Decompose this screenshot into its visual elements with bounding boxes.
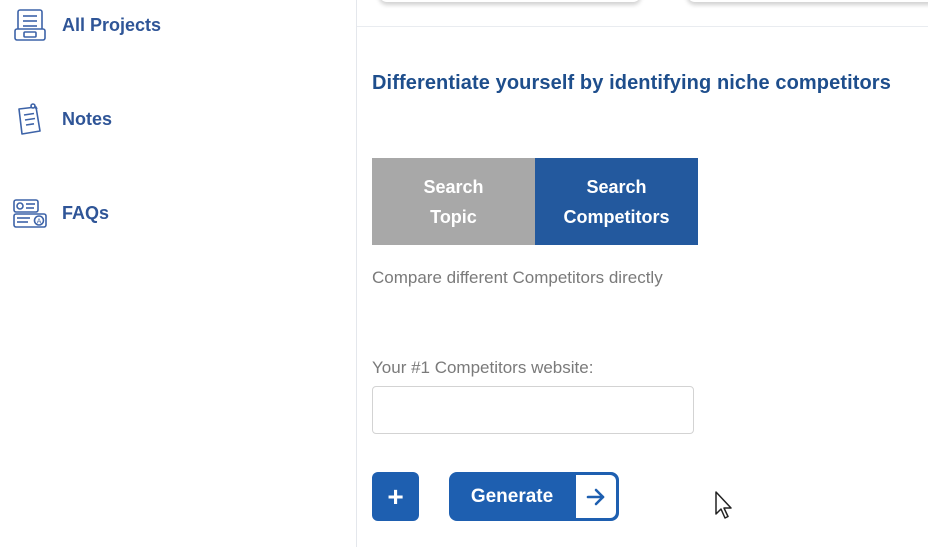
main-panel: Differentiate yourself by identifying ni… <box>357 0 928 547</box>
competitor-website-input[interactable] <box>372 386 694 434</box>
sidebar: All Projects Notes A FAQs <box>0 0 357 547</box>
tab-label-line2: Competitors <box>563 206 670 227</box>
projects-icon <box>12 7 48 43</box>
divider <box>357 26 928 27</box>
add-competitor-button[interactable]: + <box>372 472 419 521</box>
svg-text:A: A <box>37 218 42 226</box>
sidebar-item-label: FAQs <box>62 202 110 223</box>
top-card-left <box>379 0 641 2</box>
tab-search-competitors[interactable]: Search Competitors <box>535 158 698 245</box>
sidebar-item-faqs[interactable]: A FAQs <box>12 195 109 231</box>
tab-label-line2: Topic <box>430 206 477 227</box>
sidebar-item-label: All Projects <box>62 14 162 35</box>
page-heading: Differentiate yourself by identifying ni… <box>372 72 891 94</box>
notes-icon <box>12 101 48 137</box>
faq-icon: A <box>12 195 48 231</box>
plus-icon: + <box>387 480 404 512</box>
tab-label-line1: Search <box>586 176 647 197</box>
sidebar-item-all-projects[interactable]: All Projects <box>12 7 161 43</box>
sidebar-item-label: Notes <box>62 108 113 129</box>
sidebar-item-notes[interactable]: Notes <box>12 101 112 137</box>
top-card-right <box>687 0 928 2</box>
tab-label-line1: Search <box>423 176 484 197</box>
competitor-website-label: Your #1 Competitors website: <box>372 358 594 377</box>
tab-search-topic[interactable]: Search Topic <box>372 158 535 245</box>
generate-button[interactable]: Generate <box>449 472 619 521</box>
mouse-cursor-icon <box>715 491 732 519</box>
generate-button-label: Generate <box>470 485 554 507</box>
arrow-right-icon <box>576 475 616 518</box>
tab-description: Compare different Competitors directly <box>372 268 663 287</box>
